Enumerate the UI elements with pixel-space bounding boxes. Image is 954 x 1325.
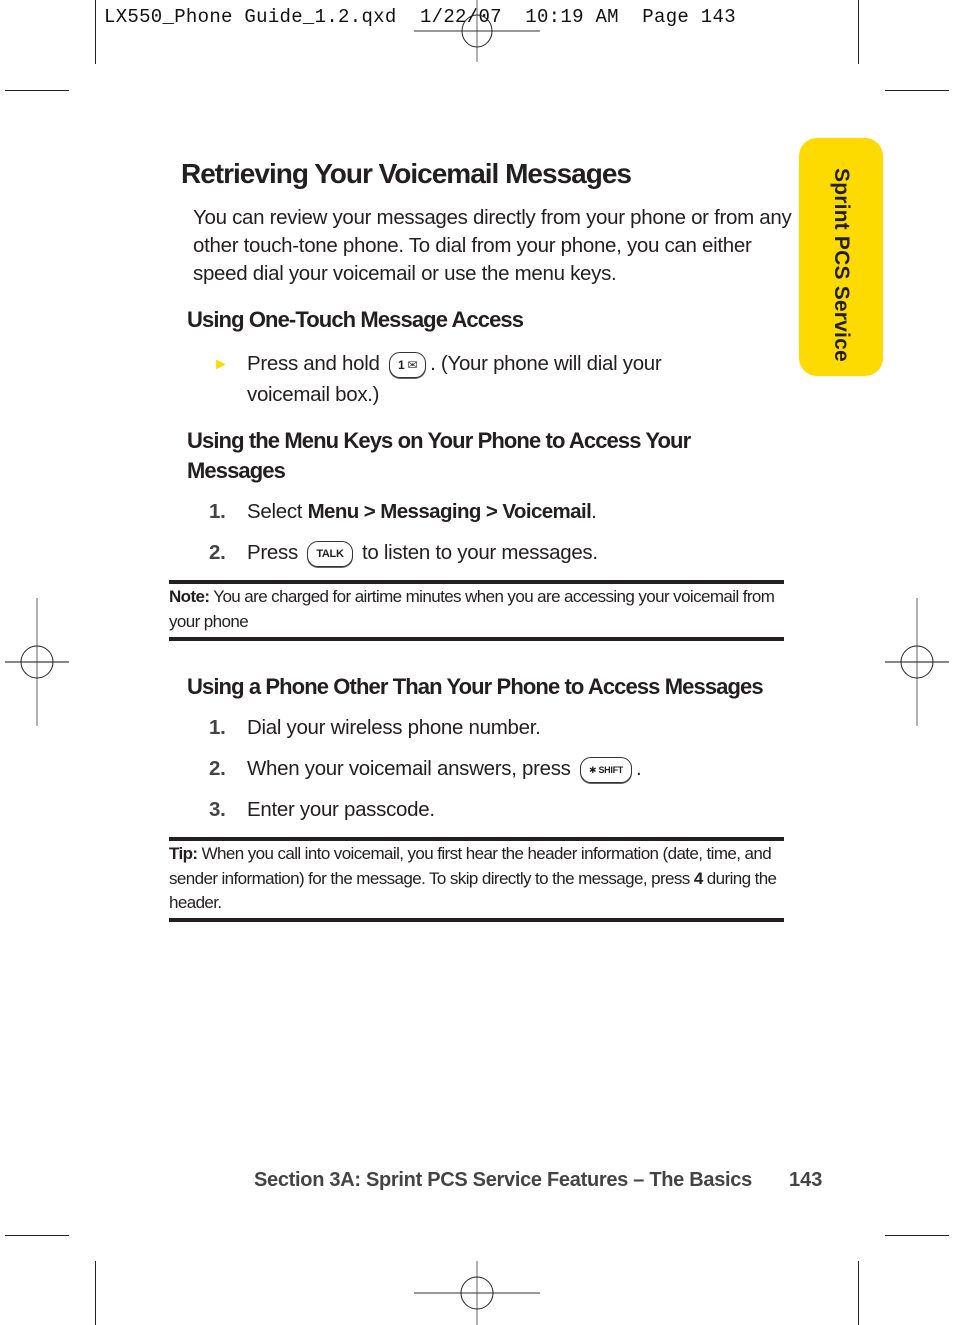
footer-section-title: Section 3A: Sprint PCS Service Features … xyxy=(254,1169,752,1191)
step-text: . xyxy=(591,500,597,523)
step-number: 2. xyxy=(209,757,226,780)
step-text: Press xyxy=(247,541,298,564)
menu-path: Menu > Messaging > Voicemail xyxy=(307,500,592,523)
tip-box: Tip: When you call into voicemail, you f… xyxy=(169,842,784,916)
tip-text: When you call into voicemail, you first … xyxy=(169,844,772,888)
divider xyxy=(169,837,784,841)
bullet-arrow-icon: ► xyxy=(213,356,229,373)
list-item: 1. Dial your wireless phone number. xyxy=(209,714,541,742)
list-item: 3. Enter your passcode. xyxy=(209,796,435,824)
registration-mark-icon xyxy=(5,598,69,726)
tip-key: 4 xyxy=(693,868,703,888)
divider xyxy=(169,918,784,922)
talk-key-icon: TALK xyxy=(307,540,353,567)
step-number: 2. xyxy=(209,541,226,564)
note-label: Note: xyxy=(169,587,210,606)
registration-mark-icon xyxy=(414,1261,540,1325)
step-text: Select xyxy=(247,500,308,523)
intro-paragraph: You can review your messages directly fr… xyxy=(193,206,792,285)
crop-mark xyxy=(858,0,859,64)
list-item: 2. When your voicemail answers, press ✱ S… xyxy=(209,755,642,783)
note-text: You are charged for airtime minutes when… xyxy=(169,587,775,631)
page-title: Retrieving Your Voicemail Messages xyxy=(181,158,632,189)
list-item: 1. Select Menu > Messaging > Voicemail. xyxy=(209,498,597,526)
page-number: 143 xyxy=(789,1169,823,1191)
crop-mark xyxy=(5,90,69,91)
step-text: Enter your passcode. xyxy=(247,798,435,821)
section-heading-other-phone: Using a Phone Other Than Your Phone to A… xyxy=(187,674,764,699)
section-heading-one-touch: Using One-Touch Message Access xyxy=(187,307,524,332)
list-item: 2. Press TALK to listen to your messages. xyxy=(209,539,598,567)
section-side-tab: Sprint PCS Service xyxy=(799,138,883,376)
side-tab-label: Sprint PCS Service xyxy=(830,168,853,362)
star-shift-key-icon: ✱ SHIFT xyxy=(580,756,632,783)
divider xyxy=(169,580,784,584)
registration-mark-icon xyxy=(885,598,949,726)
crop-mark xyxy=(5,1235,69,1236)
step-text: . xyxy=(635,757,642,780)
key-1-voicemail-icon: 1 ✉ xyxy=(388,351,427,378)
bullet-text: Press and hold xyxy=(247,352,380,375)
registration-mark-icon xyxy=(414,0,540,62)
divider xyxy=(169,637,784,641)
note-box: Note: You are charged for airtime minute… xyxy=(169,585,784,634)
step-number: 1. xyxy=(209,716,226,739)
tip-label: Tip: xyxy=(169,844,198,863)
section-heading-menu-keys: Using the Menu Keys on Your Phone to Acc… xyxy=(187,428,691,483)
step-number: 1. xyxy=(209,500,226,523)
step-text: When your voicemail answers, press xyxy=(247,757,571,780)
step-number: 3. xyxy=(209,798,226,821)
crop-mark xyxy=(885,90,949,91)
crop-mark xyxy=(885,1235,949,1236)
crop-mark xyxy=(858,1261,859,1325)
crop-mark xyxy=(95,0,96,64)
step-text: to listen to your messages. xyxy=(362,541,598,564)
crop-mark xyxy=(95,1261,96,1325)
step-text: Dial your wireless phone number. xyxy=(247,716,541,739)
